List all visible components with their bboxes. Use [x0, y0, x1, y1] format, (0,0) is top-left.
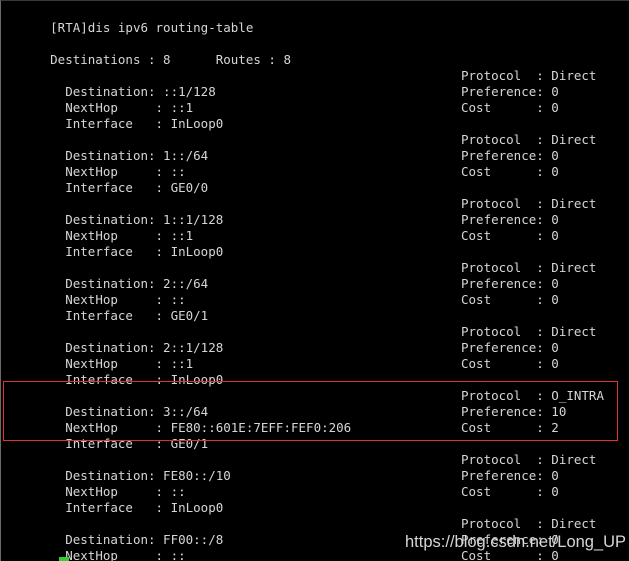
route-destination-row: Destination: 2::/64 Protocol : Direct	[1, 260, 629, 291]
protocol-value: Protocol : Direct	[461, 260, 597, 275]
route-nexthop-row: NextHop : :: Preference: 0	[1, 468, 629, 499]
route-nexthop-row: NextHop : ::1 Preference: 0	[1, 212, 629, 243]
terminal-output: [RTA]dis ipv6 routing-table Destinations…	[1, 1, 629, 561]
protocol-value: Protocol : Direct	[461, 68, 597, 83]
route-nexthop-row: NextHop : :: Preference: 0	[1, 148, 629, 179]
watermark-text: https://blog.csdn.net/Long_UP	[405, 533, 627, 551]
interface-value: Interface : InLoop0	[65, 244, 224, 259]
interface-value: Interface : GE0/1	[65, 308, 209, 323]
preference-value: Preference: 0	[461, 148, 559, 163]
interface-value: Interface : GE0/0	[65, 180, 209, 195]
preference-value: Preference: 0	[461, 212, 559, 227]
route-interface-row: Interface : GE0/0 Cost : 0	[1, 164, 629, 195]
route-nexthop-row: NextHop : FE80::601E:7EFF:FEF0:206 Prefe…	[1, 404, 629, 435]
cost-value: Cost : 0	[461, 228, 559, 243]
interface-value: Interface : InLoop0	[65, 116, 224, 131]
cost-value: Cost : 0	[461, 164, 559, 179]
cost-value: Cost : 0	[461, 292, 559, 307]
route-destination-row: Destination: 2::1/128 Protocol : Direct	[1, 324, 629, 355]
protocol-value: Protocol : Direct	[461, 196, 597, 211]
route-entry: Destination: ::1/128 Protocol : Direct N…	[1, 68, 629, 131]
route-destination-row: Destination: FF00::/8 Protocol : Direct	[1, 516, 629, 547]
route-interface-row: Interface : GE0/1 Cost : 2	[1, 420, 629, 451]
route-entry: Destination: 1::/64 Protocol : Direct Ne…	[1, 132, 629, 195]
preference-value: Preference: 0	[461, 276, 559, 291]
route-entry: Destination: 1::1/128 Protocol : Direct …	[1, 196, 629, 259]
route-nexthop-row: NextHop : ::1 Preference: 0	[1, 84, 629, 115]
interface-value: Interface : InLoop0	[65, 500, 224, 515]
terminal-cursor	[59, 557, 69, 561]
protocol-value: Protocol : Direct	[461, 452, 597, 467]
cost-value: Cost : 0	[461, 356, 559, 371]
route-entry: Destination: 2::1/128 Protocol : Direct …	[1, 324, 629, 387]
preference-value: Preference: 0	[461, 340, 559, 355]
route-destination-row: Destination: FE80::/10 Protocol : Direct	[1, 452, 629, 483]
route-destination-row: Destination: 1::/64 Protocol : Direct	[1, 132, 629, 163]
route-entry: Destination: FE80::/10 Protocol : Direct…	[1, 452, 629, 515]
cost-value: Cost : 0	[461, 100, 559, 115]
preference-value: Preference: 0	[461, 84, 559, 99]
route-interface-row: Interface : InLoop0 Cost : 0	[1, 484, 629, 515]
route-interface-row: Interface : GE0/1 Cost : 0	[1, 292, 629, 323]
destinations-count: Destinations : 8	[50, 52, 171, 67]
preference-value: Preference: 10	[461, 404, 567, 419]
command-prompt-line: [RTA]dis ipv6 routing-table	[1, 4, 629, 35]
command-text: [RTA]dis ipv6 routing-table	[50, 20, 254, 35]
route-interface-row: Interface : InLoop0 Cost : 0	[1, 356, 629, 387]
route-interface-row: Interface : InLoop0 Cost : 0	[1, 100, 629, 131]
route-nexthop-row: NextHop : ::1 Preference: 0	[1, 340, 629, 371]
preference-value: Preference: 0	[461, 468, 559, 483]
summary-gap	[171, 52, 216, 67]
protocol-value: Protocol : O_INTRA	[461, 388, 604, 403]
protocol-value: Protocol : Direct	[461, 132, 597, 147]
protocol-value: Protocol : Direct	[461, 324, 597, 339]
route-summary-line: Destinations : 8 Routes : 8	[1, 36, 629, 67]
interface-value: Interface : GE0/1	[65, 436, 209, 451]
routes-count: Routes : 8	[215, 52, 291, 67]
terminal-window[interactable]: [RTA]dis ipv6 routing-table Destinations…	[0, 0, 629, 561]
route-nexthop-row: NextHop : :: Preference: 0	[1, 276, 629, 307]
route-interface-row: Interface : InLoop0 Cost : 0	[1, 228, 629, 259]
interface-value: Interface : InLoop0	[65, 372, 224, 387]
route-entry: Destination: 2::/64 Protocol : Direct Ne…	[1, 260, 629, 323]
route-entry-highlighted: Destination: 3::/64 Protocol : O_INTRA N…	[1, 388, 629, 451]
route-destination-row: Destination: ::1/128 Protocol : Direct	[1, 68, 629, 99]
route-destination-row: Destination: 3::/64 Protocol : O_INTRA	[1, 388, 629, 419]
route-destination-row: Destination: 1::1/128 Protocol : Direct	[1, 196, 629, 227]
protocol-value: Protocol : Direct	[461, 516, 597, 531]
cost-value: Cost : 0	[461, 484, 559, 499]
cost-value: Cost : 2	[461, 420, 559, 435]
